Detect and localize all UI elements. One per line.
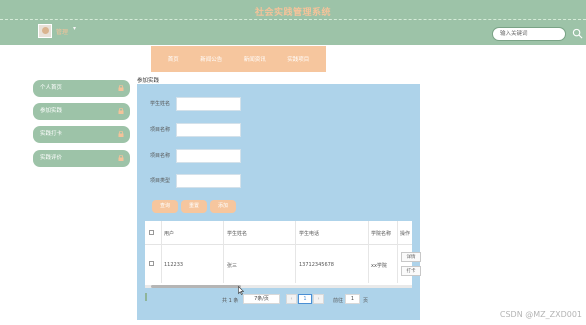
add-button[interactable]: 添加 <box>210 200 236 213</box>
cell-phone: 13712345678 <box>299 262 334 268</box>
app-title: 社会实践管理系统 <box>254 8 331 18</box>
lock-icon <box>118 85 124 91</box>
scrollbar-thumb[interactable] <box>151 285 241 288</box>
project-name-field[interactable] <box>176 123 241 137</box>
prev-page-button[interactable]: ‹ <box>286 294 297 304</box>
data-table: 用户 学生姓名 学生电话 学院名称 操作 112233 张三 137123456… <box>145 221 421 287</box>
scroll-indicator <box>145 293 147 301</box>
form-label-project-name-2: 项目名称 <box>150 153 171 159</box>
goto-page-input[interactable]: 1 <box>345 294 360 304</box>
search-button[interactable]: 查询 <box>152 200 178 213</box>
column-header-college: 学院名称 <box>371 231 392 237</box>
column-header-phone: 学生电话 <box>299 231 320 237</box>
lock-icon <box>118 108 124 114</box>
pagination-total: 共 1 条 <box>222 298 239 304</box>
column-header-user: 用户 <box>164 231 175 237</box>
next-page-button[interactable]: › <box>313 294 324 304</box>
search-input[interactable] <box>493 28 565 40</box>
reset-button[interactable]: 重置 <box>181 200 207 213</box>
sidebar-item-label: 实践评价 <box>40 155 63 161</box>
sidebar-item-checkin[interactable]: 实践打卡 <box>33 126 130 143</box>
cell-user: 112233 <box>164 262 184 268</box>
search-box[interactable] <box>492 27 566 41</box>
nav-item-projects[interactable]: 实践项目 <box>287 55 309 63</box>
current-page[interactable]: 1 <box>298 294 312 304</box>
sidebar-item-label: 参加实践 <box>40 108 63 114</box>
avatar[interactable] <box>38 24 52 38</box>
cell-college: xx学院 <box>371 263 387 269</box>
student-name-field[interactable] <box>176 97 241 111</box>
horizontal-scrollbar[interactable] <box>145 285 412 288</box>
row-checkbox[interactable] <box>149 261 154 266</box>
form-label-student-name: 学生姓名 <box>150 101 171 107</box>
header-divider <box>0 19 586 20</box>
sidebar-item-label: 实践打卡 <box>40 131 63 137</box>
app-header: 社会实践管理系统 管理 ▾ <box>0 0 586 45</box>
project-type-field[interactable] <box>176 174 241 188</box>
project-name-field-2[interactable] <box>176 149 241 163</box>
lock-icon <box>118 155 124 161</box>
nav-item-news[interactable]: 新闻资讯 <box>244 55 266 63</box>
form-label-project-type: 项目类型 <box>150 178 171 184</box>
table-row: 112233 张三 13712345678 xx学院 详情 打卡 <box>145 245 421 283</box>
lock-icon <box>118 131 124 137</box>
sidebar-item-profile[interactable]: 个人首页 <box>33 80 130 97</box>
cell-student-name: 张三 <box>227 263 238 269</box>
column-header-student-name: 学生姓名 <box>227 231 248 237</box>
sidebar-item-label: 个人首页 <box>40 85 63 91</box>
form-label-project-name: 项目名称 <box>150 127 171 133</box>
top-nav: 首页 新闻公告 新闻资讯 实践项目 <box>151 46 326 72</box>
page-size-select[interactable]: 7条/页 <box>243 294 280 304</box>
goto-label: 前往 <box>333 298 344 304</box>
chevron-down-icon[interactable]: ▾ <box>73 25 76 32</box>
detail-button[interactable]: 详情 <box>401 252 421 262</box>
sidebar-item-join[interactable]: 参加实践 <box>33 103 130 120</box>
breadcrumb: 参加实践 <box>137 78 160 85</box>
nav-item-home[interactable]: 首页 <box>168 55 179 63</box>
page-unit-label: 页 <box>363 298 369 304</box>
nav-item-notice[interactable]: 新闻公告 <box>200 55 222 63</box>
sidebar-item-evaluate[interactable]: 实践评价 <box>33 150 130 167</box>
select-all-checkbox[interactable] <box>149 230 154 235</box>
checkin-button[interactable]: 打卡 <box>401 266 421 276</box>
watermark: CSDN @MZ_ZXD001 <box>499 310 582 319</box>
table-header-row: 用户 学生姓名 学生电话 学院名称 操作 <box>145 221 412 245</box>
username[interactable]: 管理 <box>56 27 68 36</box>
search-icon[interactable] <box>572 28 583 39</box>
column-header-actions: 操作 <box>400 231 411 237</box>
